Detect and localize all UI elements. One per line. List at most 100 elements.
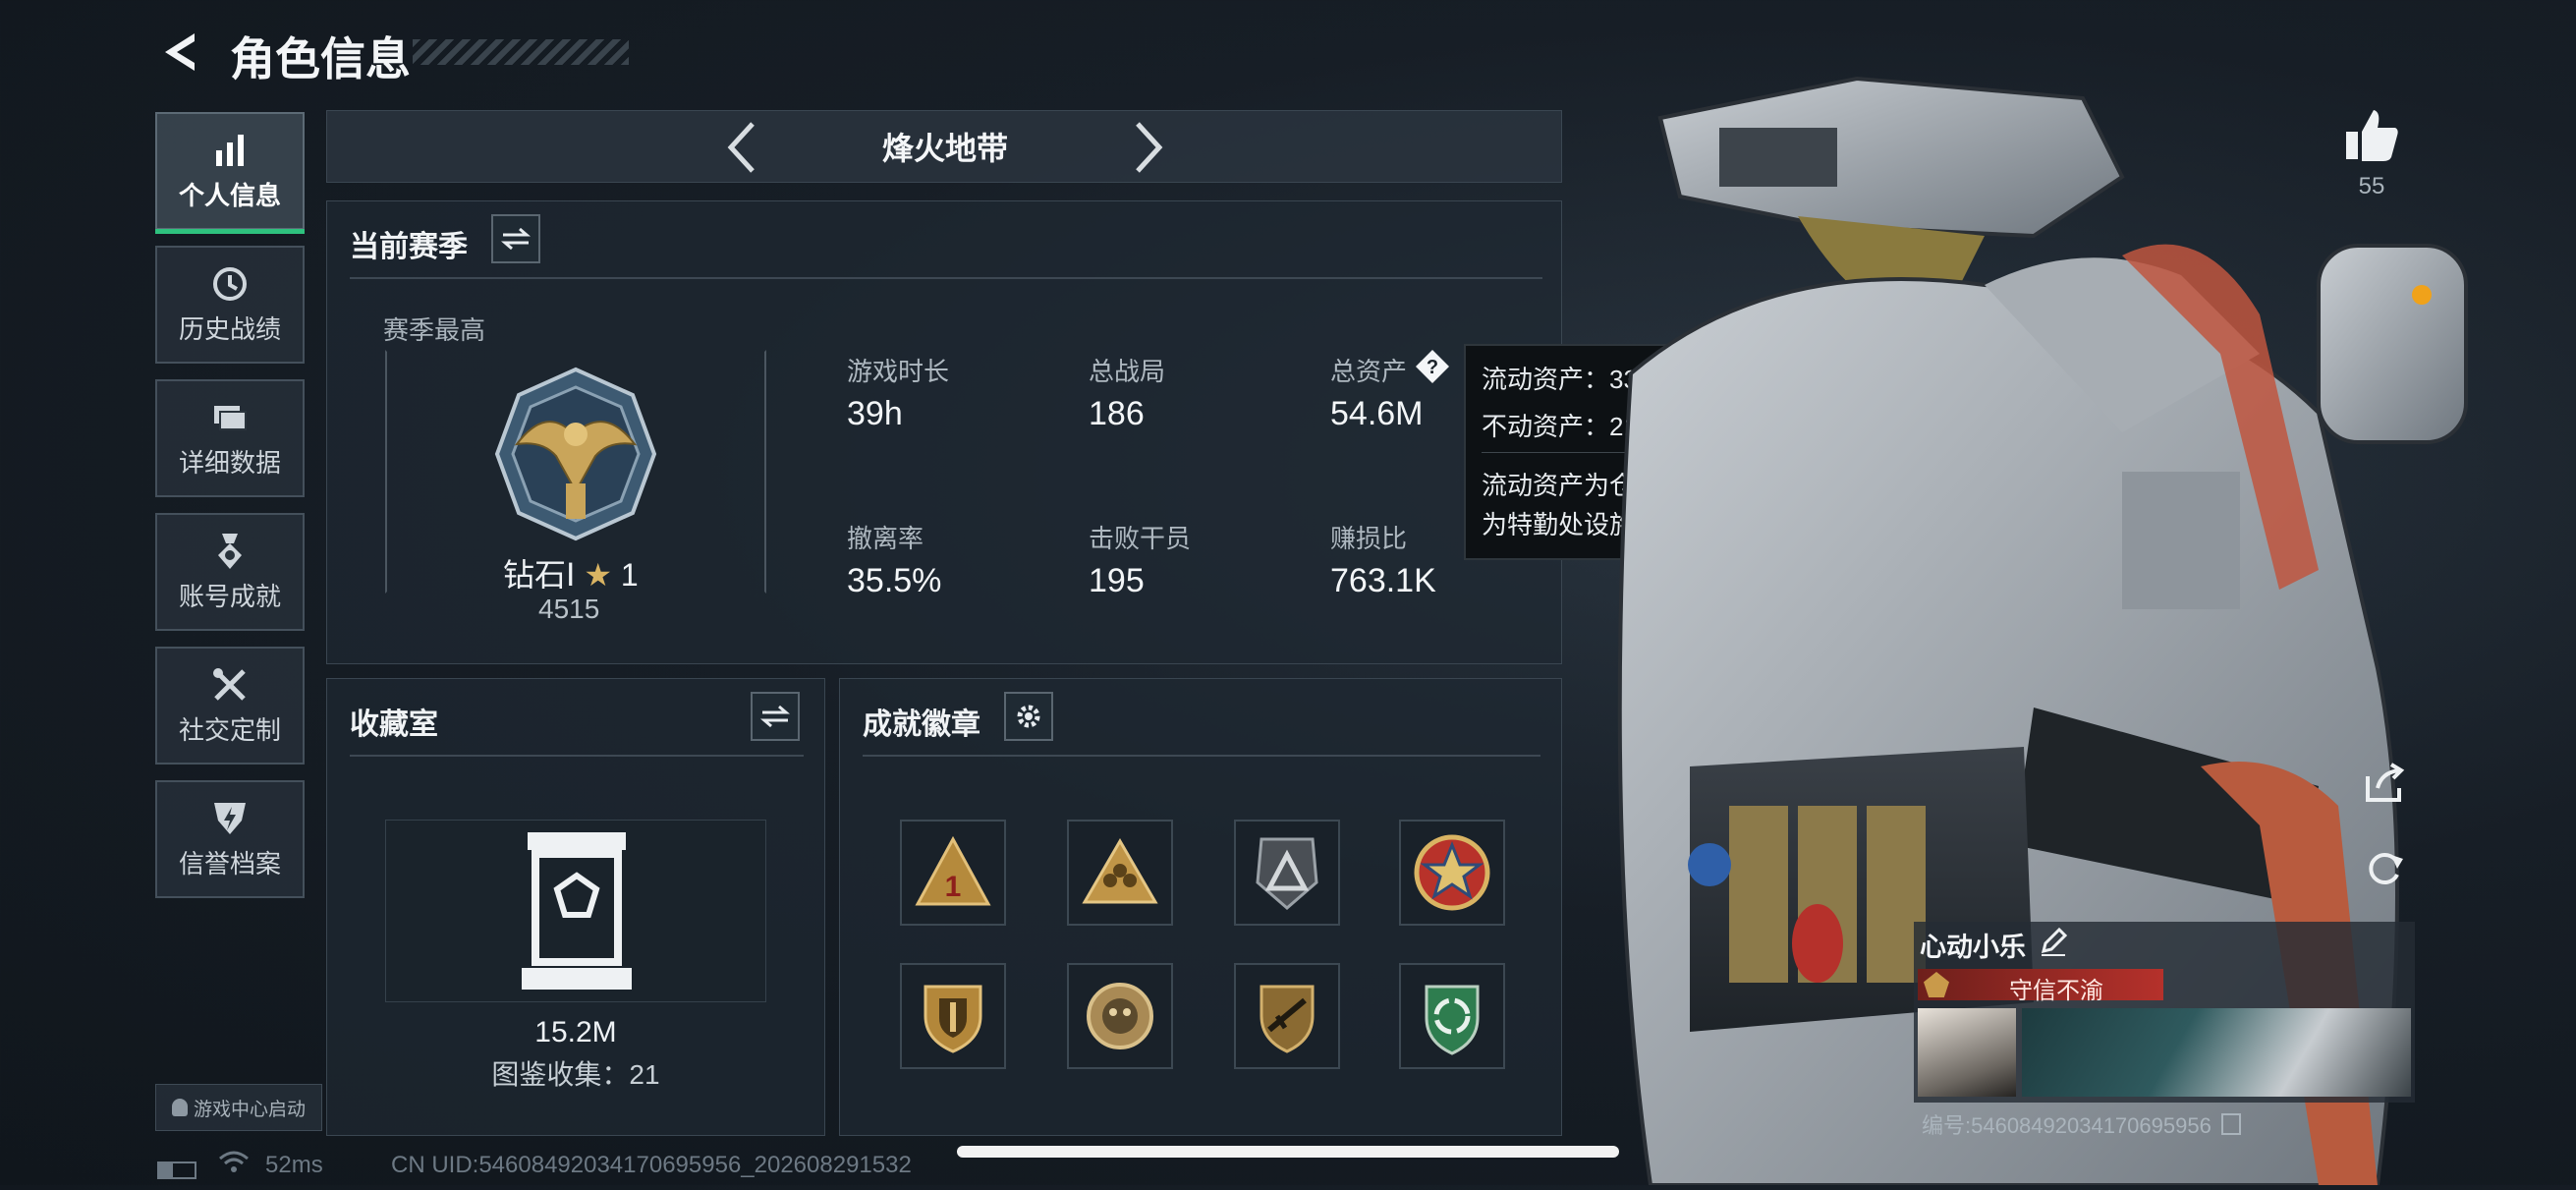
- nav-credit[interactable]: 信誉档案: [155, 780, 305, 898]
- swap-icon: [501, 227, 531, 251]
- player-title: 守信不渝: [2009, 978, 2103, 1004]
- svg-text:?: ?: [1427, 357, 1438, 378]
- nav-label: 账号成就: [178, 581, 281, 611]
- badges-settings-button[interactable]: [1004, 692, 1053, 741]
- badge-slot[interactable]: [1067, 820, 1173, 926]
- gear-icon: [1017, 705, 1040, 728]
- stat-label-total-assets: 总资产: [1330, 357, 1408, 386]
- rank-name: 钻石Ⅰ ★ 1: [503, 550, 639, 595]
- stat-value-total-assets: 54.6M: [1330, 395, 1424, 432]
- wifi-icon: [218, 1151, 250, 1181]
- rank-one-badge-icon: 1: [915, 835, 991, 906]
- season-title: 当前赛季: [350, 231, 468, 263]
- tools-icon: [213, 667, 246, 701]
- nav-history[interactable]: 历史战绩: [155, 246, 305, 364]
- player-name: 心动小乐: [1920, 933, 2026, 962]
- hammer-shield-badge-icon: [924, 985, 982, 1053]
- star-emblem-badge-icon: [1414, 834, 1490, 911]
- stat-value-total-matches: 186: [1089, 395, 1145, 432]
- season-divider: [350, 277, 1542, 279]
- squad-badge-icon: [1082, 838, 1158, 904]
- prev-mode-button[interactable]: [719, 118, 764, 177]
- beast-badge-icon: [1087, 983, 1153, 1049]
- badge-slot[interactable]: [1399, 820, 1505, 926]
- badge-slot[interactable]: [1234, 820, 1340, 926]
- nav-label: 详细数据: [178, 447, 281, 478]
- player-avatar: [1918, 1008, 2016, 1097]
- game-center-icon: [171, 1099, 188, 1116]
- stat-value-playtime: 39h: [847, 395, 903, 432]
- assets-help-icon[interactable]: ?: [1415, 349, 1450, 384]
- title-decoration: [413, 39, 629, 65]
- bar-chart-icon: [216, 134, 244, 166]
- like-count: 55: [2358, 173, 2385, 199]
- player-serial-text: 编号:546084920341706959​56: [1922, 1113, 2212, 1138]
- badge-slot[interactable]: [1399, 963, 1505, 1069]
- display-case-icon: [522, 832, 632, 990]
- back-button[interactable]: [155, 28, 204, 77]
- rank-emblem: [487, 366, 664, 542]
- stat-label-total-matches: 总战局: [1089, 357, 1166, 386]
- rifle-shield-badge-icon: [1260, 985, 1315, 1053]
- next-mode-button[interactable]: [1126, 118, 1171, 177]
- nav-label: 社交定制: [178, 714, 281, 745]
- collection-preview[interactable]: [385, 820, 766, 1002]
- battery-icon: [157, 1162, 196, 1179]
- pyramid-badge-icon: [1256, 837, 1318, 910]
- rank-name-text: 钻石Ⅰ: [503, 557, 576, 593]
- season-switch-button[interactable]: [491, 214, 540, 263]
- chevron-right-icon: [1136, 122, 1163, 173]
- badge-slot[interactable]: [900, 963, 1006, 1069]
- diamond-rank-emblem-icon: [494, 367, 657, 541]
- player-card[interactable]: 心动小乐 守信不渝: [1914, 922, 2415, 1103]
- player-title-banner: 守信不渝: [1918, 969, 2163, 1004]
- like-button[interactable]: [2342, 106, 2401, 165]
- stat-label-playtime: 游戏时长: [847, 357, 950, 386]
- folder-icon: [214, 405, 247, 430]
- nav-details[interactable]: 详细数据: [155, 379, 305, 497]
- nav-label: 信誉档案: [178, 848, 281, 878]
- stat-value-operators-defeated: 195: [1089, 562, 1145, 599]
- badges-title: 成就徽章: [863, 708, 980, 741]
- medal-icon: [218, 533, 242, 569]
- rank-score: 4515: [538, 594, 600, 624]
- copy-icon[interactable]: [2220, 1113, 2241, 1135]
- back-arrow-icon: [165, 33, 195, 71]
- share-button[interactable]: [2362, 761, 2407, 806]
- share-icon: [2366, 763, 2405, 802]
- badge-slot[interactable]: [1234, 963, 1340, 1069]
- rotate-button[interactable]: [2362, 845, 2407, 890]
- game-center-button[interactable]: 游戏中心启动: [155, 1084, 322, 1131]
- collection-divider: [350, 755, 804, 757]
- nav-personal-info[interactable]: 个人信息: [155, 112, 305, 234]
- swap-icon: [760, 705, 790, 728]
- nav-social[interactable]: 社交定制: [155, 647, 305, 765]
- season-best-label: 赛季最高: [383, 315, 486, 345]
- collection-catalog: 图鉴收集：21: [491, 1059, 660, 1090]
- collection-switch-button[interactable]: [751, 692, 800, 741]
- stat-label-profit-ratio: 赚损比: [1330, 524, 1408, 553]
- mode-name: 烽火地带: [881, 131, 1008, 166]
- badge-slot[interactable]: [1067, 963, 1173, 1069]
- title-emblem-icon: [1924, 972, 1949, 997]
- player-serial: 编号:546084920341706959​56: [1922, 1108, 2241, 1140]
- collection-title: 收藏室: [350, 708, 438, 741]
- nav-label: 历史战绩: [178, 313, 281, 344]
- latency: 52ms: [265, 1152, 323, 1178]
- history-icon: [213, 266, 247, 301]
- rank-stars: 1: [620, 557, 639, 593]
- edit-name-button[interactable]: [2038, 926, 2069, 957]
- stat-label-extraction-rate: 撤离率: [847, 524, 924, 553]
- rotate-icon: [2369, 853, 2403, 884]
- uid: CN UID:5460849203417069​5956_20260829153…: [391, 1152, 912, 1178]
- active-indicator: [155, 229, 305, 234]
- svg-text:1: 1: [945, 871, 962, 903]
- nav-label: 个人信息: [178, 180, 281, 210]
- thumbs-up-icon: [2346, 110, 2398, 161]
- question-diamond-icon: ?: [1416, 350, 1449, 383]
- home-indicator[interactable]: [957, 1146, 1619, 1158]
- badge-slot[interactable]: 1: [900, 820, 1006, 926]
- nav-achievements[interactable]: 账号成就: [155, 513, 305, 631]
- game-center-label: 游戏中心启动: [193, 1099, 306, 1120]
- stat-label-operators-defeated: 击败干员: [1089, 524, 1192, 553]
